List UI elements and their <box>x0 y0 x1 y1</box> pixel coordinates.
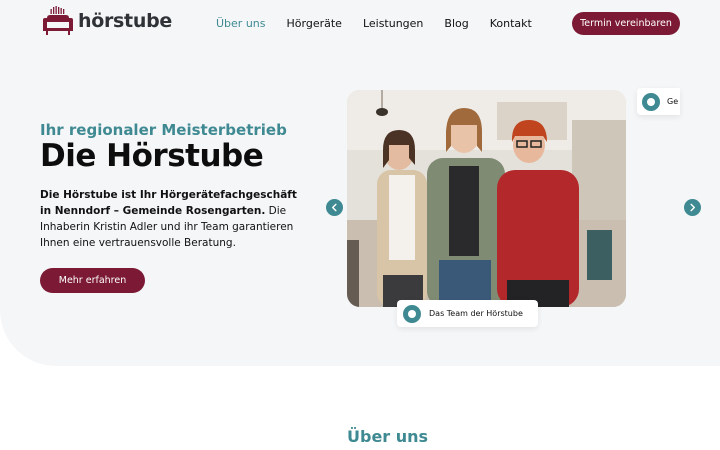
next-slide-caption[interactable]: Ge <box>637 88 680 115</box>
main-nav: Über uns Hörgeräte Leistungen Blog Konta… <box>216 17 553 30</box>
chevron-right-icon <box>690 203 696 212</box>
logo[interactable]: hörstube <box>42 6 172 36</box>
hero-intro-bold: Die Hörstube ist Ihr Hörgerätefachgeschä… <box>40 189 297 217</box>
slide-caption-text: Das Team der Hörstube <box>429 309 523 318</box>
carousel-prev-button[interactable] <box>326 199 343 216</box>
nav-item-blog[interactable]: Blog <box>444 17 468 30</box>
caption-dot-icon <box>642 92 660 111</box>
nav-item-kontakt[interactable]: Kontakt <box>490 17 532 30</box>
site-header: hörstube Über uns Hörgeräte Leistungen B… <box>0 0 720 46</box>
page-title: Die Hörstube <box>40 138 264 174</box>
chevron-left-icon <box>331 203 337 212</box>
appointment-button[interactable]: Termin vereinbaren <box>572 12 680 35</box>
next-slide-caption-text: Ge <box>667 97 679 106</box>
hero-subtitle: Ihr regionaler Meisterbetrieb <box>40 121 287 139</box>
armchair-logo-icon <box>43 6 73 35</box>
nav-item-hoergeraete[interactable]: Hörgeräte <box>287 17 342 30</box>
learn-more-button[interactable]: Mehr erfahren <box>40 268 145 293</box>
carousel-next-button[interactable] <box>684 199 701 216</box>
caption-dot-icon <box>403 304 421 323</box>
slide-caption[interactable]: Das Team der Hörstube <box>397 300 538 327</box>
nav-item-leistungen[interactable]: Leistungen <box>363 17 423 30</box>
hero-intro: Die Hörstube ist Ihr Hörgerätefachgeschä… <box>40 187 310 251</box>
nav-item-ueber-uns[interactable]: Über uns <box>216 17 266 30</box>
team-photo <box>347 90 626 307</box>
logo-wordmark: hörstube <box>78 10 172 32</box>
section-heading-ueber-uns: Über uns <box>347 427 429 446</box>
